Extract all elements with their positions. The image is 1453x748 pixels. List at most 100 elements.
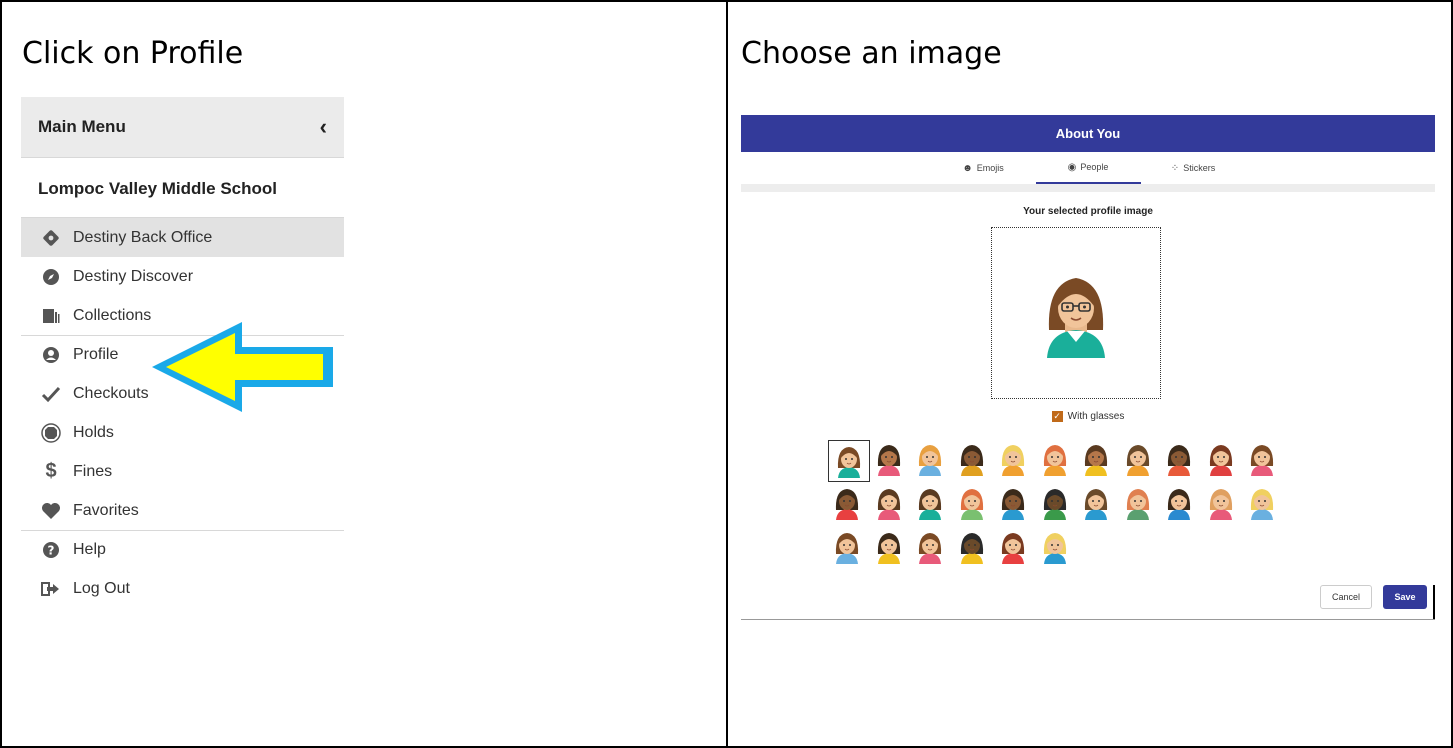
avatar-thumbnail <box>1084 445 1108 476</box>
menu-item-holds[interactable]: Holds <box>21 413 344 452</box>
menu-item-destiny-discover[interactable]: Destiny Discover <box>21 257 344 296</box>
avatar-thumbnail <box>918 445 942 476</box>
chevron-left-icon[interactable]: ‹ <box>320 114 327 140</box>
avatar-option[interactable] <box>1036 484 1074 522</box>
menu-item-fines[interactable]: $ Fines <box>21 452 344 491</box>
selected-image-title: Your selected profile image <box>1023 206 1153 217</box>
panel-divider <box>726 0 728 748</box>
avatar-option[interactable] <box>994 528 1032 566</box>
menu-item-label: Destiny Back Office <box>73 228 213 246</box>
avatar-thumbnail <box>1209 445 1232 476</box>
avatar-option[interactable] <box>994 440 1032 478</box>
save-button[interactable]: Save <box>1383 585 1427 609</box>
tab-stickers[interactable]: ⁘ Stickers <box>1141 152 1246 184</box>
avatar-option[interactable] <box>870 528 908 566</box>
avatar-thumbnail <box>1043 445 1066 476</box>
menu-item-label: Log Out <box>73 579 130 597</box>
avatar-option[interactable] <box>1119 484 1157 522</box>
cancel-button[interactable]: Cancel <box>1320 585 1372 609</box>
menu-item-label: Favorites <box>73 501 139 519</box>
tab-label: Emojis <box>976 163 1004 173</box>
avatar-option[interactable] <box>1077 484 1115 522</box>
with-glasses-label: With glasses <box>1067 411 1125 422</box>
logout-icon <box>41 579 61 599</box>
avatar-thumbnail <box>877 445 900 476</box>
avatar-thumbnail <box>960 489 983 520</box>
dialog-title: About You <box>741 115 1435 152</box>
menu-item-label: Help <box>73 541 106 558</box>
avatar-thumbnail <box>835 489 859 520</box>
avatar-thumbnail <box>1126 489 1149 520</box>
about-you-dialog: About You ☻ Emojis ◉ People ⁘ Stickers Y… <box>741 115 1435 620</box>
menu-item-favorites[interactable]: Favorites <box>21 491 344 530</box>
compass-icon <box>41 267 61 287</box>
avatar-option[interactable] <box>1243 484 1281 522</box>
avatar-thumbnail <box>1126 445 1149 476</box>
avatar-option[interactable] <box>828 440 870 482</box>
avatar-option[interactable] <box>870 440 908 478</box>
collections-icon <box>41 306 61 326</box>
avatar-thumbnail <box>1043 489 1066 520</box>
avatar-option[interactable] <box>911 484 949 522</box>
avatar-option[interactable] <box>1036 528 1074 566</box>
menu-title: Main Menu <box>38 117 126 136</box>
avatar-thumbnail <box>918 489 942 520</box>
avatar-option[interactable] <box>1202 484 1240 522</box>
menu-item-label: Profile <box>73 346 119 363</box>
menu-item-label: Checkouts <box>73 384 149 402</box>
avatar-thumbnail <box>1043 533 1066 564</box>
left-step-title: Click on Profile <box>22 36 244 71</box>
pointer-arrow <box>152 322 333 412</box>
with-glasses-checkbox[interactable]: ✓ With glasses <box>741 411 1435 422</box>
avatar-option[interactable] <box>1077 440 1115 478</box>
menu-item-label: Fines <box>73 462 113 480</box>
user-circle-icon: ◉ <box>1067 161 1077 173</box>
avatar-thumbnail <box>835 533 859 564</box>
avatar-option[interactable] <box>1160 440 1198 478</box>
dialog-edge <box>1433 585 1435 619</box>
avatar-option[interactable] <box>1036 440 1074 478</box>
avatar-option[interactable] <box>828 484 866 522</box>
avatar-option[interactable] <box>953 440 991 478</box>
avatar-option[interactable] <box>953 484 991 522</box>
avatar-thumbnail <box>1250 489 1274 520</box>
menu-header: Main Menu ‹ <box>21 97 344 158</box>
tab-emojis[interactable]: ☻ Emojis <box>931 152 1036 184</box>
avatar-option[interactable] <box>870 484 908 522</box>
paw-icon: ⁘ <box>1170 162 1180 174</box>
heart-icon <box>41 501 61 521</box>
avatar-thumbnail <box>960 533 983 564</box>
octagon-icon <box>41 422 61 443</box>
avatar-option[interactable] <box>828 528 866 566</box>
menu-item-destiny-back-office[interactable]: Destiny Back Office <box>21 218 344 257</box>
avatar-thumbnail <box>877 489 900 520</box>
dollar-icon: $ <box>45 460 57 482</box>
avatar-option[interactable] <box>1202 440 1240 478</box>
avatar-option[interactable] <box>1119 440 1157 478</box>
avatar <box>1047 278 1105 358</box>
tab-people[interactable]: ◉ People <box>1035 152 1141 184</box>
user-circle-icon <box>41 345 61 365</box>
avatar-option[interactable] <box>994 484 1032 522</box>
svg-text:?: ? <box>48 544 55 558</box>
avatar-option[interactable] <box>1160 484 1198 522</box>
avatar-thumbnail <box>1250 445 1274 476</box>
avatar-option[interactable] <box>911 440 949 478</box>
right-step-title: Choose an image <box>741 36 1002 71</box>
avatar-thumbnail <box>1167 489 1191 520</box>
menu-item-help[interactable]: ? Help <box>21 530 344 569</box>
tab-label: Stickers <box>1183 163 1216 173</box>
avatar-thumbnail <box>1209 489 1232 520</box>
menu-item-logout[interactable]: Log Out <box>21 569 344 608</box>
avatar-thumbnail <box>918 533 942 564</box>
avatar-thumbnail <box>1001 445 1025 476</box>
school-name: Lompoc Valley Middle School <box>21 158 344 218</box>
selected-avatar-preview <box>991 227 1161 399</box>
checkbox-check-icon: ✓ <box>1051 411 1063 422</box>
diamond-icon <box>41 228 61 248</box>
avatar-option[interactable] <box>953 528 991 566</box>
avatar-option[interactable] <box>1243 440 1281 478</box>
avatar-thumbnail <box>960 445 983 476</box>
smiley-icon: ☻ <box>962 162 973 174</box>
avatar-option[interactable] <box>911 528 949 566</box>
